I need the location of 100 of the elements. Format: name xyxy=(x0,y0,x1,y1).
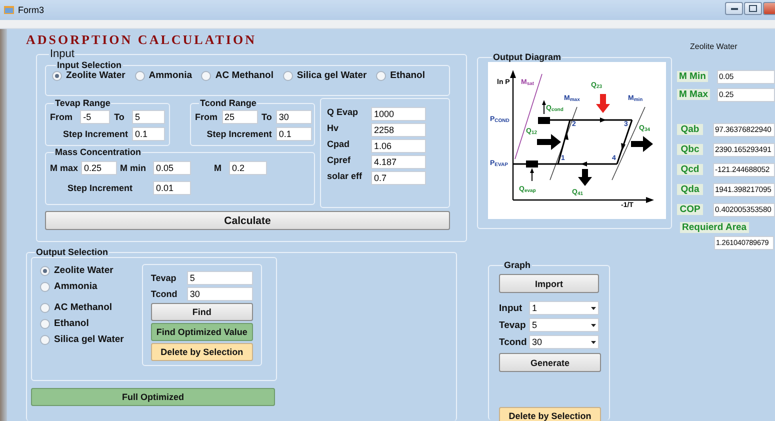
field-label: Qab xyxy=(677,124,703,135)
text-field[interactable]: 0.7 xyxy=(371,171,426,185)
text-field[interactable]: 0.1 xyxy=(132,127,165,141)
heat-arrow xyxy=(542,100,546,114)
field-label: From xyxy=(195,112,218,122)
import-button[interactable]: Import xyxy=(499,274,599,293)
group-title: Output Diagram xyxy=(492,52,562,62)
field-label: Q Evap xyxy=(327,107,360,117)
radio-button[interactable] xyxy=(134,70,145,80)
field-label: Cpad xyxy=(327,139,350,149)
field-label: From xyxy=(50,112,74,122)
dropdown[interactable]: 5 xyxy=(529,318,599,332)
window-title: Form3 xyxy=(18,5,44,15)
field-label: M xyxy=(214,163,222,173)
text-field[interactable]: 2258 xyxy=(371,123,426,137)
radio-label[interactable]: Ethanol xyxy=(390,70,425,81)
text-field[interactable]: 5 xyxy=(132,110,165,124)
generate-button[interactable]: Generate xyxy=(499,353,601,372)
radio-label[interactable]: Silica gel Water xyxy=(54,334,124,346)
field-label: Tevap xyxy=(499,320,526,330)
text-field[interactable]: 0.2 xyxy=(229,161,267,175)
group-title: Tcond Range xyxy=(199,98,258,108)
text-field[interactable]: 0.25 xyxy=(81,161,117,175)
full-optimized-button[interactable]: Full Optimized xyxy=(31,388,275,406)
action-button[interactable]: Delete by Selection xyxy=(150,343,253,362)
radio-label[interactable]: Ammonia xyxy=(54,281,98,292)
heat-arrow xyxy=(530,168,534,182)
field-label: COP xyxy=(677,204,703,215)
field-label: Tcond xyxy=(150,289,178,300)
group-title: Input Selection xyxy=(56,60,123,70)
action-button[interactable]: Find xyxy=(150,303,253,322)
maximize-icon xyxy=(749,4,757,12)
field-label: M Min xyxy=(677,71,708,82)
radio-label[interactable]: Ethanol xyxy=(54,318,89,330)
field-label: To xyxy=(262,112,272,122)
text-field[interactable]: 0.05 xyxy=(153,161,191,175)
field-label: To xyxy=(114,112,126,122)
group-title: Tevap Range xyxy=(54,98,112,108)
radio-button[interactable] xyxy=(376,70,386,80)
dropdown[interactable]: 1 xyxy=(529,301,599,315)
radio-button[interactable] xyxy=(40,282,50,292)
field-label: Hv xyxy=(327,123,340,133)
group-title: Input xyxy=(49,48,76,60)
field-label: Tevap xyxy=(150,273,176,284)
group-title: Graph xyxy=(503,260,532,270)
field-label: Cpref xyxy=(327,155,352,165)
action-button[interactable]: Find Optimized Value xyxy=(150,323,253,342)
text-field[interactable]: 1000 xyxy=(371,107,426,121)
field-label: M Max xyxy=(677,89,710,100)
field-label: Qbc xyxy=(677,144,703,155)
text-field[interactable]: 0.01 xyxy=(153,181,191,195)
text-field[interactable]: 5 xyxy=(186,271,253,286)
app-heading: ADSORPTION CALCULATION xyxy=(26,32,256,48)
heat-arrow xyxy=(537,134,561,150)
text-field[interactable]: 0.1 xyxy=(276,127,312,141)
field-label: M min xyxy=(120,163,147,173)
close-button[interactable] xyxy=(763,2,775,14)
radio-button[interactable] xyxy=(40,318,50,329)
minimize-icon xyxy=(730,6,738,10)
radio-label[interactable]: AC Methanol xyxy=(54,302,112,314)
radio-label[interactable]: Silica gel Water xyxy=(296,70,367,81)
text-field[interactable]: 4.187 xyxy=(371,155,426,169)
field-label: Qda xyxy=(677,184,703,195)
heat-arrow xyxy=(631,136,653,152)
text-field[interactable]: 30 xyxy=(276,110,312,124)
field-label: Input xyxy=(499,302,522,314)
field-label: Requierd Area xyxy=(680,222,749,233)
app-icon xyxy=(3,4,15,16)
caret-icon xyxy=(591,340,596,344)
field-label: M max xyxy=(50,163,78,173)
selected-pair-label: Zeolite Water xyxy=(690,42,738,51)
field-label: Step Increment xyxy=(62,129,128,139)
heat-arrow xyxy=(596,94,610,113)
heat-arrow xyxy=(578,169,592,186)
group-title: Output Selection xyxy=(35,247,109,258)
radio-label[interactable]: AC Methanol xyxy=(215,70,274,81)
radio-button[interactable] xyxy=(52,70,62,80)
text-field[interactable]: 25 xyxy=(222,110,258,124)
radio-button[interactable] xyxy=(40,266,50,276)
text-field[interactable]: -5 xyxy=(80,110,110,124)
field-label: solar eff xyxy=(327,171,364,181)
radio-label[interactable]: Zeolite Water xyxy=(54,265,114,276)
field-label: Step Increment xyxy=(66,183,134,193)
dropdown[interactable]: 30 xyxy=(529,335,599,349)
group-title: Mass Concentration xyxy=(54,147,142,157)
radio-button[interactable] xyxy=(201,70,212,80)
minimize-button[interactable] xyxy=(725,2,743,14)
text-field[interactable]: 30 xyxy=(186,287,253,302)
radio-button[interactable] xyxy=(282,70,293,80)
delete-button[interactable]: Delete by Selection xyxy=(499,407,601,421)
maximize-button[interactable] xyxy=(744,2,762,14)
radio-button[interactable] xyxy=(40,302,50,313)
text-field[interactable]: 1.06 xyxy=(371,139,426,153)
caret-icon xyxy=(591,306,596,310)
calculate-button[interactable]: Calculate xyxy=(45,211,450,230)
radio-label[interactable]: Ammonia xyxy=(148,70,192,81)
field-label: Step Increment xyxy=(206,129,272,139)
radio-button[interactable] xyxy=(40,334,50,345)
field-label: Qcd xyxy=(677,164,703,175)
radio-label[interactable]: Zeolite Water xyxy=(66,70,126,81)
